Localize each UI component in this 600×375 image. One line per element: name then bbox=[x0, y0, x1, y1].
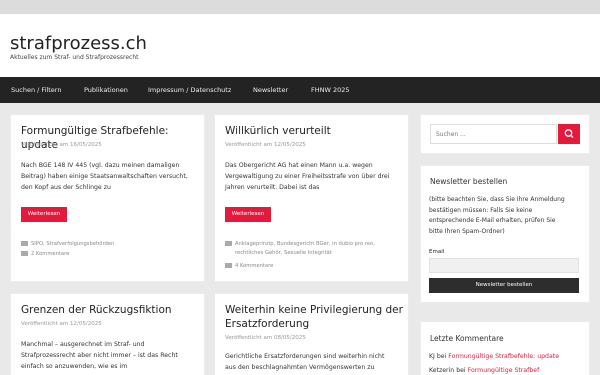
post-excerpt: Manchmal – ausgerechnet im Straf- und St… bbox=[21, 341, 178, 370]
post-card: Formungültige Strafbefehle: update Veröf… bbox=[10, 114, 205, 282]
folder-icon bbox=[225, 241, 232, 246]
recent-comments-title: Letzte Kommentare bbox=[430, 334, 504, 343]
post-date: Veröffentlicht am 16/05/2025 bbox=[21, 142, 102, 148]
read-more-button[interactable]: Weiterlesen bbox=[225, 207, 271, 222]
search-input[interactable]: Suchen ... bbox=[430, 124, 557, 144]
post-title[interactable]: Weiterhin keine Privilegierung der Ersat… bbox=[225, 303, 403, 331]
post-tags: Anklageprinzip, Bundesgericht BGer, in d… bbox=[225, 240, 375, 258]
search-icon bbox=[564, 129, 574, 138]
post-card: Grenzen der Rückzugsfiktion Veröffentlic… bbox=[10, 293, 205, 375]
post-title[interactable]: Willkürlich verurteilt bbox=[225, 124, 331, 138]
post-card: Willkürlich verurteilt Veröffentlicht am… bbox=[214, 114, 409, 282]
read-more-button[interactable]: Weiterlesen bbox=[21, 207, 67, 222]
comment-post-link[interactable]: Formungültige Strafbefehle: update bbox=[448, 353, 559, 360]
post-title[interactable]: Grenzen der Rückzugsfiktion bbox=[21, 303, 172, 317]
nav-item-fhnw[interactable]: FHNW 2025 bbox=[311, 86, 350, 94]
nav-item-newsletter[interactable]: Newsletter bbox=[253, 86, 288, 94]
newsletter-text: (bitte beachten Sie, dass Sie Ihre Anmel… bbox=[429, 196, 565, 235]
nav-item-impressum[interactable]: Impressum / Datenschutz bbox=[148, 86, 231, 94]
search-button[interactable] bbox=[558, 124, 580, 144]
nav-item-publikationen[interactable]: Publikationen bbox=[84, 86, 128, 94]
post-comments[interactable]: 4 Kommentare bbox=[225, 262, 273, 271]
comment-item: Ketzerin bei Formungültige Strafbef bbox=[429, 367, 540, 374]
main-nav: Suchen / Filtern Publikationen Impressum… bbox=[0, 77, 600, 103]
post-card: Weiterhin keine Privilegierung der Ersat… bbox=[214, 293, 409, 375]
newsletter-title: Newsletter bestellen bbox=[430, 177, 508, 186]
browser-top-strip bbox=[0, 0, 600, 14]
folder-icon bbox=[21, 241, 28, 246]
post-comments[interactable]: 2 Kommentare bbox=[21, 250, 69, 259]
comment-item: KJ bei Formungültige Strafbefehle: updat… bbox=[429, 353, 560, 360]
post-date: Veröffentlicht am 12/05/2025 bbox=[21, 321, 102, 327]
site-header: strafprozess.ch Aktuelles zum Straf- und… bbox=[0, 14, 600, 77]
comment-icon bbox=[225, 263, 232, 268]
site-title[interactable]: strafprozess.ch bbox=[10, 33, 147, 54]
email-label: Email bbox=[429, 249, 445, 255]
site-description: Aktuelles zum Straf- und Strafprozessrec… bbox=[10, 54, 139, 61]
nav-item-suchen[interactable]: Suchen / Filtern bbox=[11, 86, 61, 94]
post-excerpt: Nach BGE 148 IV 445 (vgl. dazu meinen da… bbox=[21, 162, 188, 191]
post-excerpt: Das Obergericht AG hat einen Mann u.a. w… bbox=[225, 162, 390, 191]
post-date: Veröffentlicht am 12/05/2025 bbox=[225, 142, 306, 148]
post-date: Veröffentlicht am 08/05/2025 bbox=[225, 335, 306, 341]
newsletter-subscribe-button[interactable]: Newsletter bestellen bbox=[429, 278, 579, 293]
post-tags: SIPO, Strafverfolgungsbehörden bbox=[21, 240, 114, 249]
email-field[interactable] bbox=[429, 258, 579, 273]
comment-icon bbox=[21, 251, 28, 256]
comment-post-link[interactable]: Formungültige Strafbef bbox=[468, 367, 540, 374]
post-excerpt: Gerichtliche Ersatzforderungen sind weit… bbox=[225, 353, 385, 371]
